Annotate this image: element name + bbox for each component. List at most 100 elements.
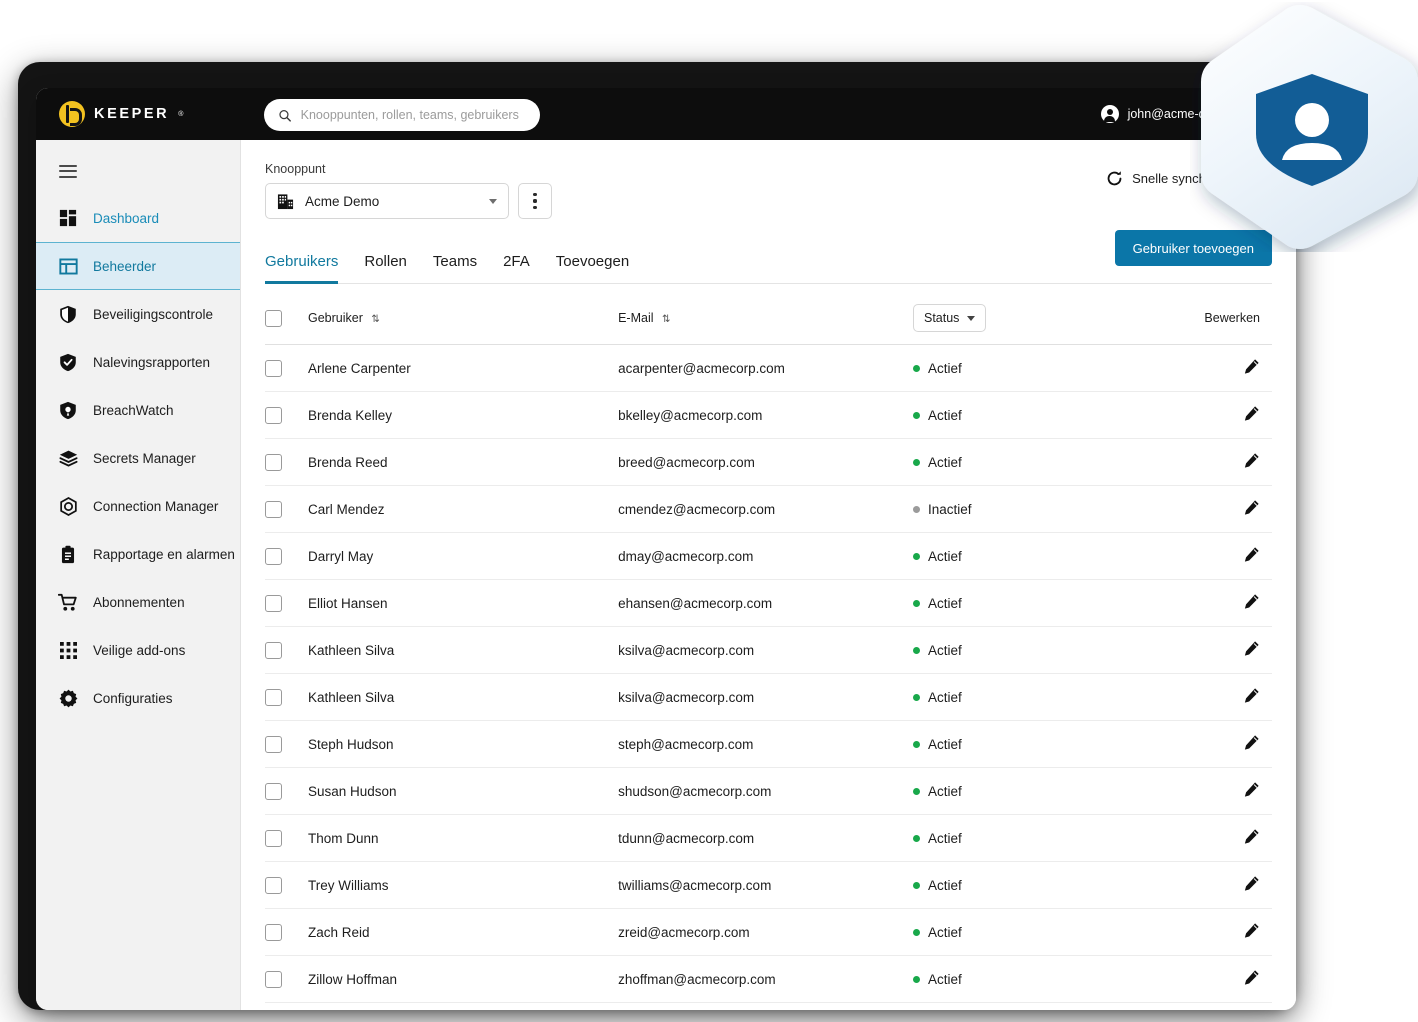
pencil-icon[interactable] <box>1243 734 1260 754</box>
sidebar-item-configuraties[interactable]: Configuraties <box>36 674 240 722</box>
column-header-user[interactable]: Gebruiker ⇅ <box>307 288 619 345</box>
row-user-name: Carl Mendez <box>307 485 619 533</box>
tab-gebruikers[interactable]: Gebruikers <box>265 253 339 284</box>
shield-check-icon <box>58 352 78 372</box>
table-header: Gebruiker ⇅ E-Mail ⇅ Status Bewerken <box>265 288 1272 345</box>
sidebar-item-dashboard[interactable]: Dashboard <box>36 194 240 242</box>
select-all-checkbox[interactable] <box>265 309 282 327</box>
table-row[interactable]: Kathleen Silva ksilva@acmecorp.com Actief <box>265 673 1272 721</box>
tab-2fa[interactable]: 2FA <box>503 253 530 284</box>
pencil-icon[interactable] <box>1243 358 1260 378</box>
sort-updown-icon[interactable]: ⇅ <box>371 315 379 325</box>
row-user-name: Trey Williams <box>307 861 619 909</box>
row-checkbox[interactable] <box>265 923 282 941</box>
status-filter-dropdown[interactable]: Status <box>913 304 987 332</box>
tab-toevoegen[interactable]: Toevoegen <box>556 253 629 284</box>
sidebar-item-breachwatch[interactable]: BreachWatch <box>36 386 240 434</box>
pencil-icon[interactable] <box>1243 546 1260 566</box>
table-row[interactable]: Steph Hudson steph@acmecorp.com Actief <box>265 720 1272 768</box>
table-row[interactable]: Trey Williams twilliams@acmecorp.com Actie… <box>265 861 1272 909</box>
sort-updown-icon[interactable]: ⇅ <box>662 315 670 325</box>
pencil-icon[interactable] <box>1243 922 1260 942</box>
column-header-email[interactable]: E-Mail ⇅ <box>618 288 913 345</box>
row-status-label: Actief <box>928 736 962 752</box>
row-user-name: Darryl May <box>307 532 619 580</box>
table-row[interactable]: Thom Dunn tdunn@acmecorp.com Actief <box>265 814 1272 862</box>
sidebar-item-beheerder[interactable]: Beheerder <box>36 242 240 290</box>
pencil-icon[interactable] <box>1243 828 1260 848</box>
row-checkbox[interactable] <box>265 641 282 659</box>
sidebar-item-veilige-add-ons[interactable]: Veilige add-ons <box>36 626 240 674</box>
row-checkbox[interactable] <box>265 970 282 988</box>
sidebar-item-label: Beveiligingscontrole <box>93 306 214 322</box>
row-status-label: Actief <box>928 924 962 940</box>
table-row[interactable]: Brenda Kelley bkelley@acmecorp.com Actief <box>265 391 1272 439</box>
app-body: Dashboard Beheerder Beveiligingscontrole… <box>36 140 1296 1010</box>
add-user-button[interactable]: Gebruiker toevoegen <box>1114 230 1272 266</box>
table-row[interactable]: Carl Mendez cmendez@acmecorp.com Inactief <box>265 485 1272 533</box>
search-input[interactable] <box>300 108 526 122</box>
row-edit-cell <box>1204 579 1272 627</box>
row-select-cell <box>265 720 308 768</box>
row-checkbox[interactable] <box>265 735 282 753</box>
building-icon <box>277 193 294 209</box>
global-search[interactable] <box>264 99 540 131</box>
node-more-options-button[interactable] <box>518 183 552 219</box>
table-row[interactable]: Darryl May dmay@acmecorp.com Actief <box>265 532 1272 580</box>
table-row[interactable]: Elliot Hansen ehansen@acmecorp.com Actief <box>265 579 1272 627</box>
row-user-email: ksilva@acmecorp.com <box>618 626 913 674</box>
sidebar-item-rapportage-en-alarmen[interactable]: Rapportage en alarmen <box>36 530 240 578</box>
column-label-status: Status <box>924 311 960 325</box>
row-checkbox[interactable] <box>265 594 282 612</box>
sidebar-item-label: Nalevingsrapporten <box>93 354 211 370</box>
pencil-icon[interactable] <box>1243 640 1260 660</box>
row-checkbox[interactable] <box>265 688 282 706</box>
row-status-cell: Actief <box>913 767 1205 815</box>
sidebar-item-label: BreachWatch <box>93 402 174 418</box>
pencil-icon[interactable] <box>1243 593 1260 613</box>
row-status-label: Actief <box>928 360 962 376</box>
table-row[interactable]: Kathleen Silva ksilva@acmecorp.com Actief <box>265 626 1272 674</box>
row-user-email: zhoffman@acmecorp.com <box>618 955 913 1003</box>
row-status-cell: Actief <box>913 344 1205 392</box>
pencil-icon[interactable] <box>1243 687 1260 707</box>
row-checkbox[interactable] <box>265 406 282 424</box>
tab-teams[interactable]: Teams <box>433 253 477 284</box>
table-row[interactable]: Zach Reid zreid@acmecorp.com Actief <box>265 908 1272 956</box>
row-status-cell: Actief <box>913 720 1205 768</box>
row-checkbox[interactable] <box>265 453 282 471</box>
row-checkbox[interactable] <box>265 547 282 565</box>
pencil-icon[interactable] <box>1243 405 1260 425</box>
table-row[interactable]: Arlene Carpenter acarpenter@acmecorp.com A… <box>265 344 1272 392</box>
tab-rollen[interactable]: Rollen <box>364 253 407 284</box>
sidebar-item-secrets-manager[interactable]: Secrets Manager <box>36 434 240 482</box>
hamburger-menu-icon[interactable] <box>36 150 77 194</box>
pencil-icon[interactable] <box>1243 781 1260 801</box>
table-row[interactable]: Brenda Reed breed@acmecorp.com Actief <box>265 438 1272 486</box>
row-edit-cell <box>1204 485 1272 533</box>
sidebar-item-abonnementen[interactable]: Abonnementen <box>36 578 240 626</box>
pencil-icon[interactable] <box>1243 499 1260 519</box>
row-checkbox[interactable] <box>265 359 282 377</box>
brand-logo[interactable]: KEEPER ® <box>36 101 241 127</box>
pencil-icon[interactable] <box>1243 969 1260 989</box>
row-checkbox[interactable] <box>265 876 282 894</box>
node-selector[interactable]: Acme Demo <box>265 183 509 219</box>
row-checkbox[interactable] <box>265 829 282 847</box>
admin-panel-icon <box>58 256 78 276</box>
row-checkbox[interactable] <box>265 782 282 800</box>
search-icon <box>279 109 291 122</box>
sidebar-item-beveiligingscontrole[interactable]: Beveiligingscontrole <box>36 290 240 338</box>
pencil-icon[interactable] <box>1243 452 1260 472</box>
chevron-down-icon <box>1266 111 1274 117</box>
pencil-icon[interactable] <box>1243 875 1260 895</box>
account-menu[interactable]: john@acme-demo.com <box>1100 88 1274 140</box>
sidebar-item-connection-manager[interactable]: Connection Manager <box>36 482 240 530</box>
table-row[interactable]: Susan Hudson shudson@acmecorp.com Actief <box>265 767 1272 815</box>
sidebar-item-nalevingsrapporten[interactable]: Nalevingsrapporten <box>36 338 240 386</box>
row-edit-cell <box>1204 391 1272 439</box>
quick-sync-button[interactable]: Snelle synchronisatie <box>1106 170 1272 187</box>
row-user-name: Zillow Hoffman <box>307 955 619 1003</box>
table-row[interactable]: Zillow Hoffman zhoffman@acmecorp.com Actie… <box>265 955 1272 1003</box>
row-checkbox[interactable] <box>265 500 282 518</box>
